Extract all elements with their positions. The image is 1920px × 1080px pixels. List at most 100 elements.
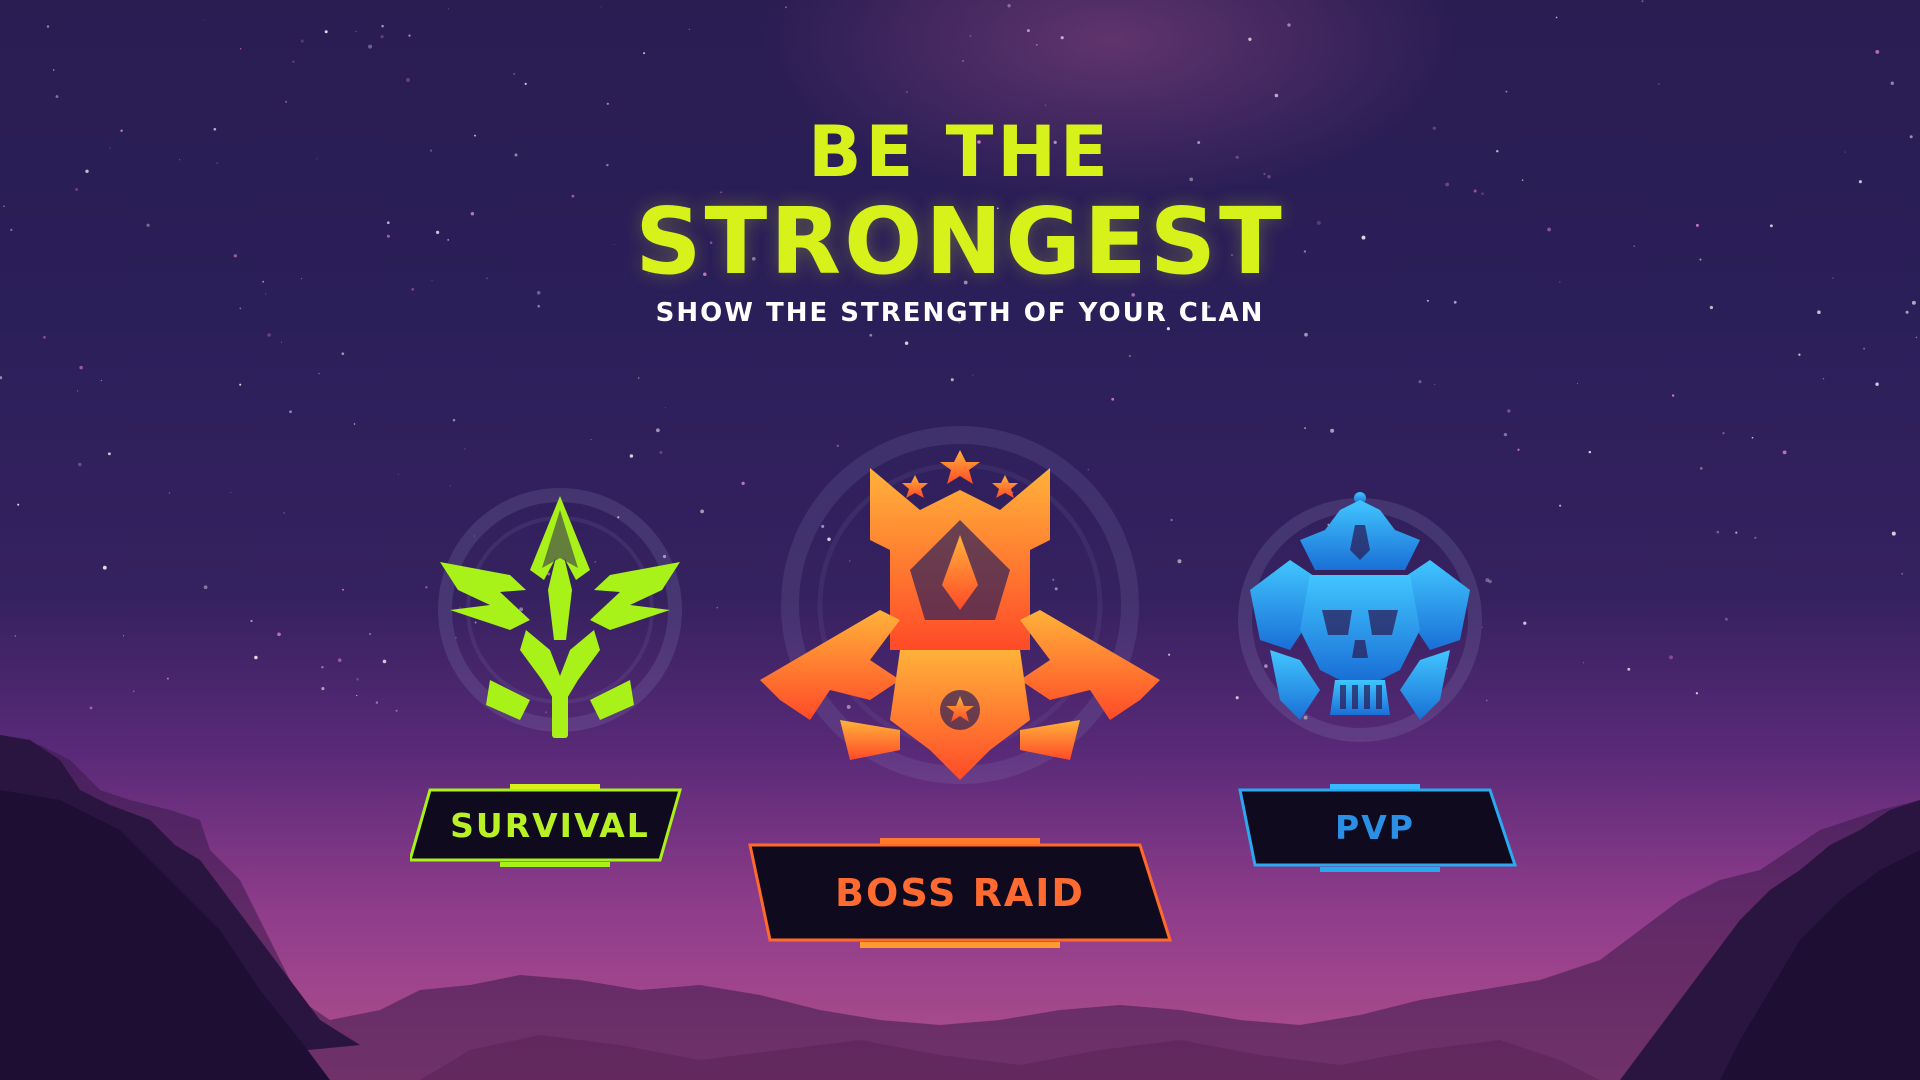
star: [688, 28, 690, 31]
star: [1751, 436, 1754, 439]
star: [1044, 104, 1047, 106]
star: [1699, 467, 1703, 470]
star: [300, 39, 304, 43]
hero-header: BE THE STRONGEST SHOW THE STRENGTH OF YO…: [0, 112, 1920, 328]
title-line-2: STRONGEST: [635, 188, 1285, 295]
star: [513, 72, 516, 75]
star: [1060, 36, 1064, 40]
crowned-skull-emblem-icon: [1238, 492, 1482, 742]
leaf-sword-emblem-icon: [438, 488, 682, 738]
star: [1111, 397, 1115, 401]
star: [1669, 655, 1673, 660]
star: [239, 383, 242, 386]
star: [89, 706, 93, 710]
star: [904, 341, 909, 345]
star: [395, 709, 398, 712]
star: [969, 35, 972, 37]
star: [277, 632, 281, 637]
crown-guns-emblem-icon: [760, 426, 1160, 784]
star: [869, 333, 873, 337]
star: [1822, 377, 1825, 380]
star: [962, 60, 964, 62]
star: [905, 90, 908, 94]
star: [267, 333, 271, 337]
star: [1863, 347, 1866, 350]
star: [353, 423, 356, 425]
star: [659, 451, 663, 454]
star: [1695, 692, 1699, 695]
star: [1418, 380, 1422, 384]
star: [285, 100, 288, 103]
star: [1330, 428, 1335, 433]
star: [52, 69, 55, 71]
star: [1875, 382, 1879, 386]
star: [1035, 44, 1038, 46]
star: [356, 677, 359, 681]
star: [638, 377, 640, 379]
star: [1891, 531, 1896, 536]
star: [590, 438, 592, 440]
survival-label: SURVIVAL: [450, 805, 650, 845]
star: [600, 6, 602, 8]
pvp-label: PVP: [1335, 808, 1415, 847]
star: [239, 48, 242, 50]
star: [397, 474, 399, 476]
mode-survival[interactable]: SURVIVAL: [400, 480, 720, 880]
star: [629, 454, 634, 458]
star: [1716, 530, 1720, 534]
star: [1890, 81, 1895, 85]
star: [1588, 450, 1592, 454]
star: [100, 379, 103, 382]
star: [382, 659, 387, 664]
star: [338, 658, 342, 662]
star: [1722, 431, 1725, 435]
star: [950, 378, 954, 382]
star: [1505, 90, 1508, 93]
star: [1434, 384, 1436, 386]
star: [1641, 0, 1644, 3]
star: [355, 30, 357, 32]
star: [321, 666, 324, 669]
star: [132, 690, 135, 693]
star: [166, 677, 169, 680]
star: [0, 376, 3, 380]
star: [281, 341, 282, 343]
star: [230, 491, 232, 493]
title-line-1: BE THE: [808, 111, 1112, 193]
star: [79, 365, 83, 370]
star: [1724, 617, 1728, 621]
star: [14, 635, 17, 637]
star: [321, 687, 325, 691]
star: [1304, 332, 1308, 337]
star: [1287, 23, 1291, 27]
star: [283, 512, 286, 514]
star: [1026, 29, 1030, 33]
star: [55, 95, 59, 98]
star: [1583, 662, 1585, 664]
star: [381, 24, 384, 28]
star: [656, 428, 660, 433]
star: [123, 635, 125, 637]
star: [375, 701, 379, 704]
mode-boss-raid[interactable]: BOSS RAID: [740, 420, 1180, 960]
star: [102, 565, 107, 570]
star: [76, 390, 79, 392]
boss-raid-label: BOSS RAID: [835, 870, 1085, 915]
star: [1735, 531, 1738, 534]
star: [972, 374, 974, 376]
star: [1875, 49, 1880, 54]
star: [369, 633, 371, 635]
mode-pvp[interactable]: PVP: [1210, 480, 1530, 880]
star: [368, 44, 373, 49]
star: [1559, 504, 1562, 507]
star: [107, 452, 111, 456]
star: [1782, 450, 1787, 455]
star: [1517, 448, 1520, 451]
star: [324, 30, 328, 34]
star: [356, 694, 358, 697]
star: [785, 6, 787, 9]
star: [203, 19, 205, 21]
star: [447, 8, 449, 10]
star: [46, 25, 50, 28]
star: [1576, 382, 1579, 385]
